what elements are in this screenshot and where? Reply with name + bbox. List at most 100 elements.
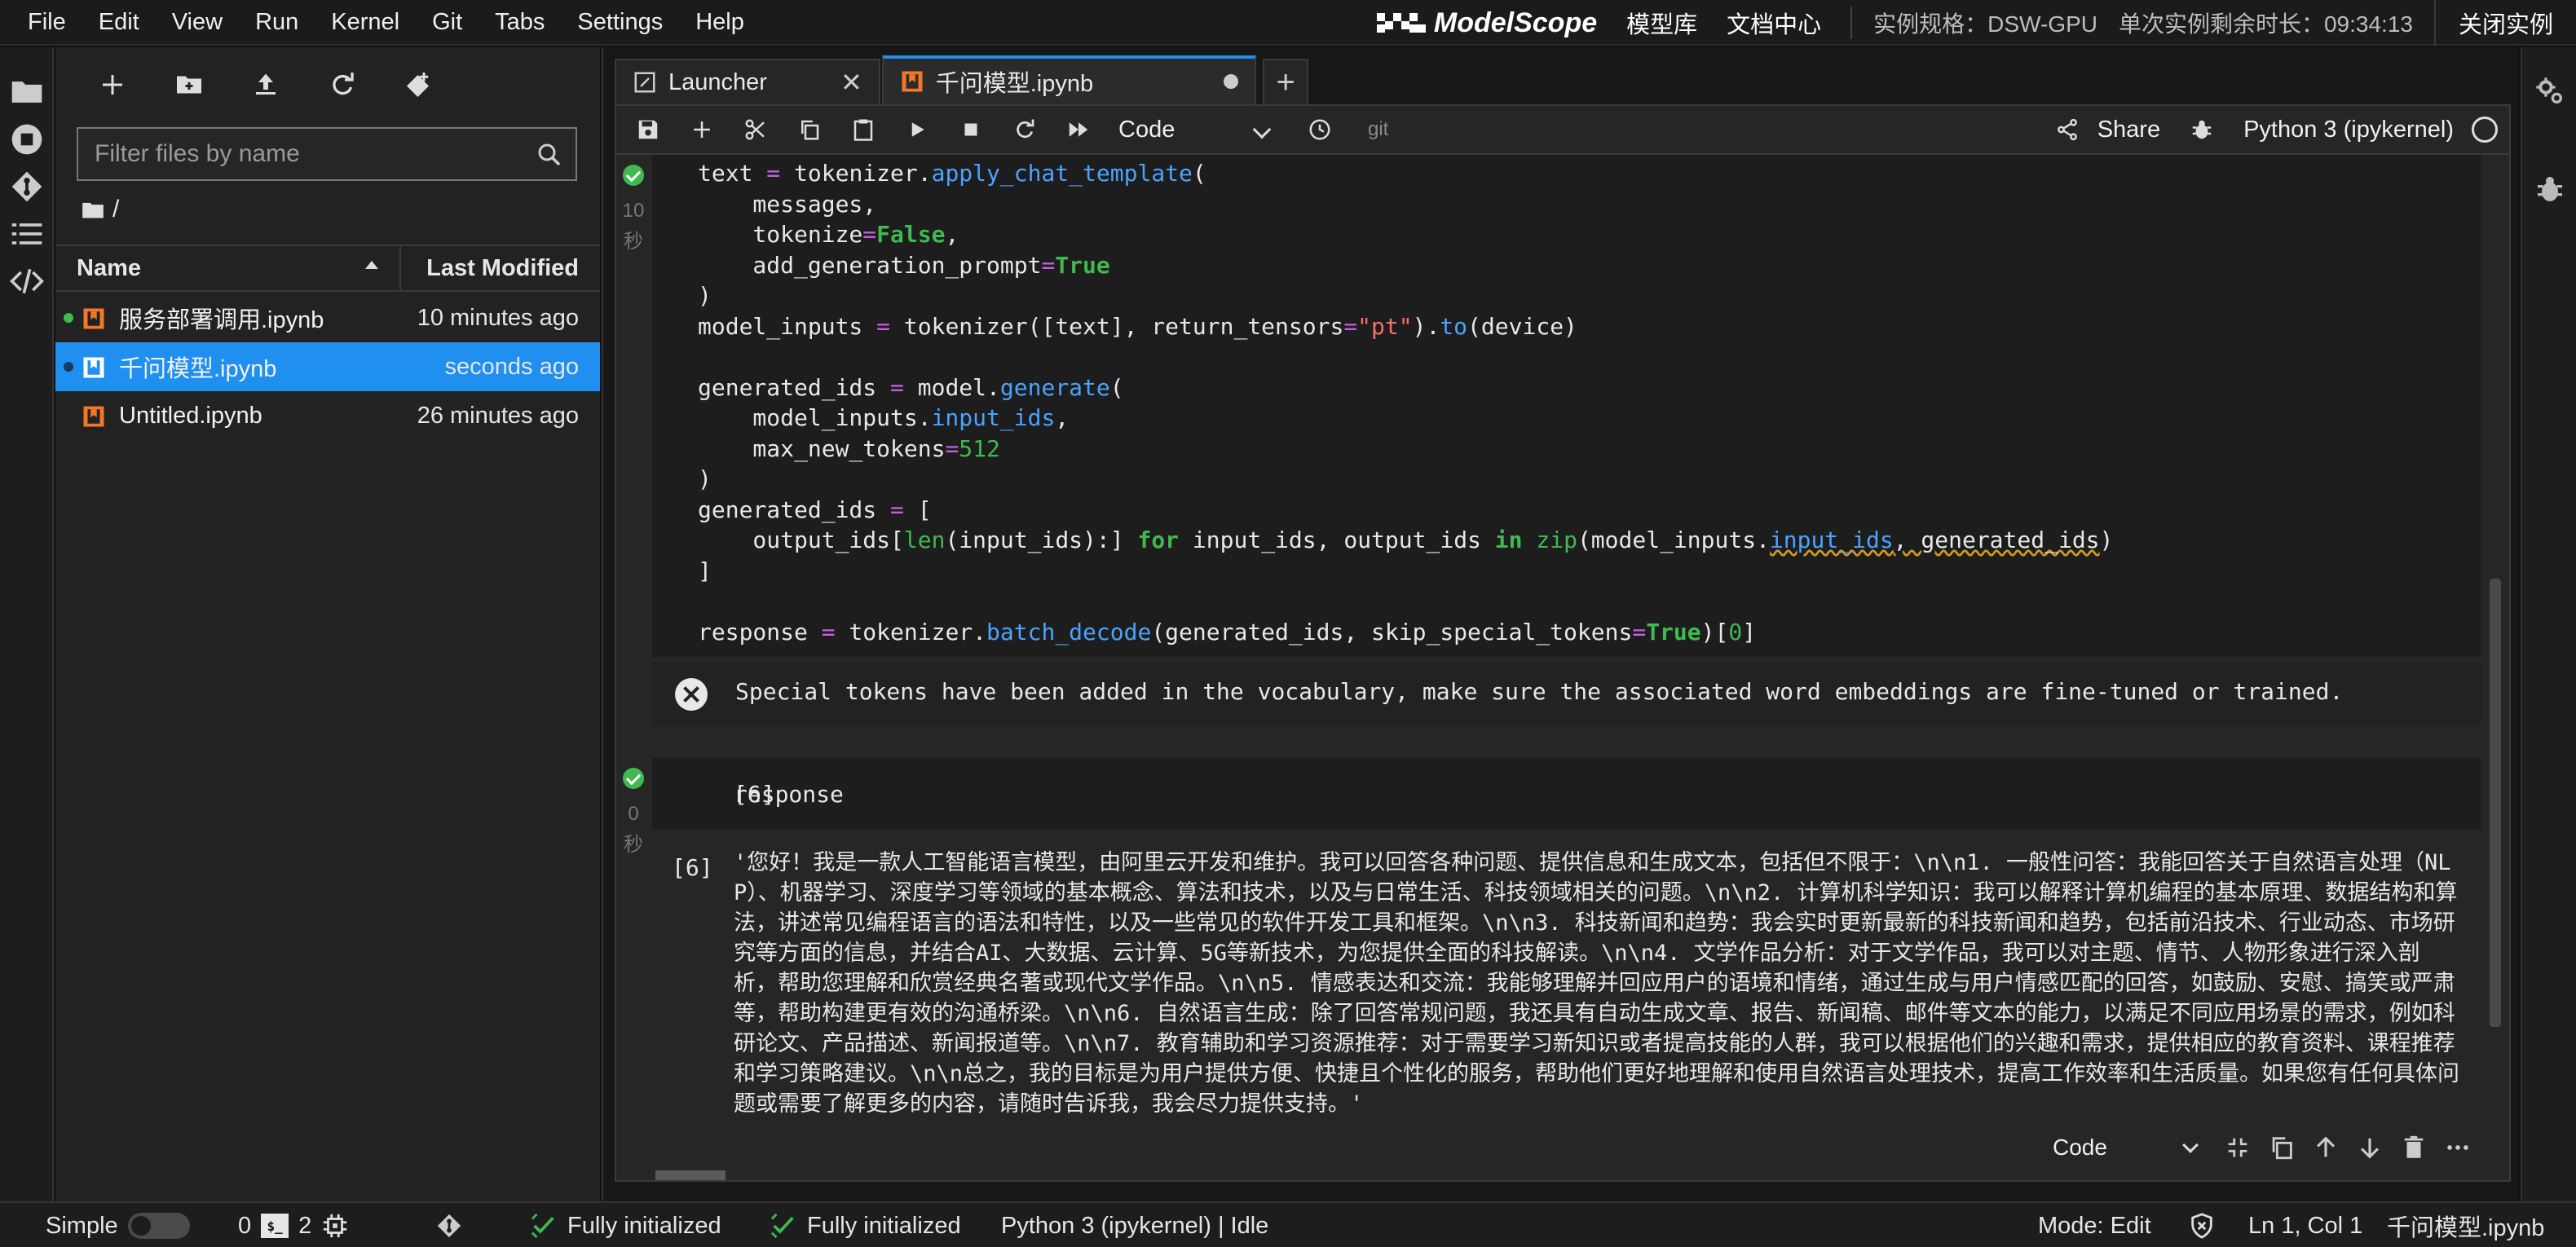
notebook-icon xyxy=(902,71,923,92)
clock-icon xyxy=(1309,119,1330,140)
bug-icon[interactable] xyxy=(2190,117,2214,142)
notebook-icon xyxy=(83,406,104,427)
last-modified-column-header[interactable]: Last Modified xyxy=(401,255,600,282)
git-diff-button[interactable]: git xyxy=(1368,118,1388,141)
close-icon[interactable]: ✕ xyxy=(840,67,862,98)
menu-view[interactable]: View xyxy=(156,0,239,44)
menu-git[interactable]: Git xyxy=(416,0,479,44)
cell-type-select[interactable]: Code xyxy=(2044,1135,2208,1161)
lsp-check-icon xyxy=(531,1213,554,1239)
file-modified: 10 minutes ago xyxy=(417,304,579,331)
run-button[interactable] xyxy=(890,106,944,153)
exec-time-value: 0 xyxy=(628,803,639,825)
menu-run[interactable]: Run xyxy=(239,0,315,44)
kernel-status[interactable]: Python 3 (ipykernel) | Idle xyxy=(1001,1203,1268,1247)
status-bar: Simple 0 $_ 2 Fully initialized Fully in… xyxy=(0,1201,2576,1247)
notification-status[interactable] xyxy=(2188,1203,2216,1247)
file-name: 服务部署调用.ipynb xyxy=(119,307,324,333)
code-cell[interactable]: text = tokenizer.apply_chat_template( me… xyxy=(652,155,2481,657)
unsaved-indicator[interactable] xyxy=(1224,74,1239,89)
vertical-scrollbar[interactable] xyxy=(2490,579,2501,1027)
running-indicator xyxy=(64,313,73,323)
stderr-text: Special tokens have been added in the vo… xyxy=(735,678,2344,705)
close-instance-button[interactable]: 关闭实例 xyxy=(2433,0,2576,46)
code-cell-active[interactable]: [6] response xyxy=(652,758,2481,830)
output-text: '您好！我是一款人工智能语言模型，由阿里云开发和维护。我可以回答各种问题、提供信… xyxy=(734,850,2460,1117)
chevron-down-icon xyxy=(1252,120,1272,139)
copy-icon xyxy=(801,120,819,140)
git-status[interactable] xyxy=(435,1203,463,1247)
restart-icon xyxy=(1017,119,1034,139)
execution-time-button[interactable] xyxy=(1293,106,1347,153)
property-inspector-icon[interactable] xyxy=(2530,72,2569,111)
file-row[interactable]: 服务部署调用.ipynb 10 minutes ago xyxy=(55,293,600,342)
insert-cell-button[interactable] xyxy=(675,106,729,153)
main-menu: File Edit View Run Kernel Git Tabs Setti… xyxy=(0,0,761,44)
filter-placeholder: Filter files by name xyxy=(95,140,300,167)
menu-edit[interactable]: Edit xyxy=(82,0,156,44)
more-icon[interactable] xyxy=(2444,1134,2472,1161)
filter-files-input[interactable]: Filter files by name xyxy=(77,127,577,181)
code-snippets-icon[interactable] xyxy=(7,261,47,302)
menu-help[interactable]: Help xyxy=(679,0,761,44)
new-folder-icon xyxy=(177,76,201,94)
collapse-icon[interactable] xyxy=(2224,1134,2252,1161)
menu-settings[interactable]: Settings xyxy=(561,0,679,44)
duplicate-icon[interactable] xyxy=(2268,1134,2296,1161)
refresh-button[interactable] xyxy=(324,67,360,103)
kernels-count-value: 2 xyxy=(298,1212,312,1239)
document-tabbar: Launcher ✕ 千问模型.ipynb + xyxy=(615,54,1309,104)
arrow-down-icon[interactable] xyxy=(2356,1134,2384,1161)
restart-run-all-button[interactable] xyxy=(1052,106,1105,153)
file-row-selected[interactable]: 千问模型.ipynb seconds ago xyxy=(55,342,600,391)
breadcrumb[interactable]: / xyxy=(82,196,119,223)
lsp-status-1[interactable]: Fully initialized xyxy=(530,1203,721,1247)
menu-kernel[interactable]: Kernel xyxy=(315,0,416,44)
terminals-count[interactable]: 0 $_ 2 xyxy=(238,1203,349,1247)
folder-icon[interactable] xyxy=(7,72,47,112)
sort-ascending-icon xyxy=(365,261,378,269)
arrow-up-icon[interactable] xyxy=(2312,1134,2340,1161)
scrollbar-thumb[interactable] xyxy=(655,1170,726,1180)
share-button[interactable]: Share xyxy=(2097,117,2160,143)
toggle-switch[interactable] xyxy=(127,1213,190,1239)
menu-tabs[interactable]: Tabs xyxy=(479,0,561,44)
copy-button[interactable] xyxy=(783,106,836,153)
paste-button[interactable] xyxy=(836,106,890,153)
restart-kernel-button[interactable] xyxy=(998,106,1052,153)
cell-type-select[interactable]: Code xyxy=(1105,117,1293,143)
git-icon[interactable] xyxy=(7,166,47,207)
kernel-name[interactable]: Python 3 (ipykernel) xyxy=(2243,117,2454,143)
new-tab-button[interactable]: + xyxy=(1263,59,1309,104)
shield-icon xyxy=(2191,1213,2212,1239)
cursor-position[interactable]: Ln 1, Col 1 xyxy=(2248,1203,2362,1247)
new-launcher-button[interactable] xyxy=(95,67,130,103)
debugger-icon[interactable] xyxy=(2530,170,2569,209)
name-column-label: Name xyxy=(77,254,141,281)
running-kernels-icon[interactable] xyxy=(7,119,47,160)
save-button[interactable] xyxy=(621,106,675,153)
simple-mode-toggle[interactable]: Simple xyxy=(46,1203,190,1247)
code-editor[interactable]: response xyxy=(734,779,844,810)
docs-link[interactable]: 文档中心 xyxy=(1727,6,1821,40)
name-column-header[interactable]: Name xyxy=(55,246,401,290)
lsp-status-2[interactable]: Fully initialized xyxy=(770,1203,961,1247)
menu-file[interactable]: File xyxy=(11,0,82,44)
running-indicator xyxy=(64,362,73,372)
upload-button[interactable] xyxy=(248,67,284,103)
interrupt-button[interactable] xyxy=(944,106,998,153)
cell-toolbar: Code xyxy=(2035,1125,2481,1170)
table-of-contents-icon[interactable] xyxy=(7,214,47,254)
trash-icon[interactable] xyxy=(2400,1134,2428,1161)
code-editor[interactable]: text = tokenizer.apply_chat_template( me… xyxy=(698,158,2113,647)
model-library-link[interactable]: 模型库 xyxy=(1626,6,1697,40)
cut-button[interactable] xyxy=(729,106,783,153)
horizontal-scrollbar[interactable] xyxy=(652,1170,2481,1180)
file-row[interactable]: Untitled.ipynb 26 minutes ago xyxy=(55,391,600,440)
tab-launcher[interactable]: Launcher ✕ xyxy=(615,59,880,104)
tab-notebook[interactable]: 千问模型.ipynb xyxy=(881,55,1257,104)
modelscope-logo[interactable]: ModelScope xyxy=(1375,7,1597,39)
git-clone-button[interactable] xyxy=(401,67,437,103)
file-name: Untitled.ipynb xyxy=(119,402,262,429)
new-folder-button[interactable] xyxy=(171,67,207,103)
